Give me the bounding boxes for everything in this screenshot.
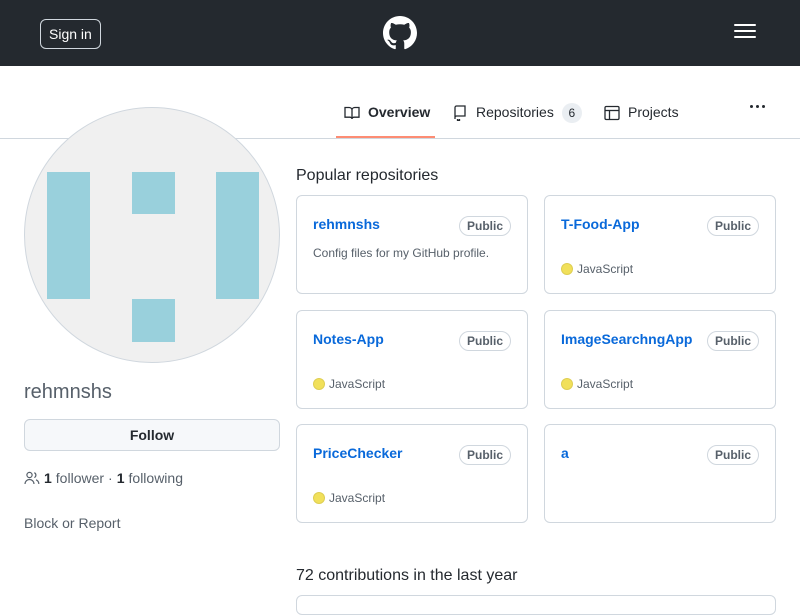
contributions-graph bbox=[296, 595, 776, 615]
repo-name-link[interactable]: T-Food-App bbox=[561, 216, 640, 232]
followers-count: 1 bbox=[44, 470, 52, 486]
avatar bbox=[24, 107, 280, 363]
language-color-dot bbox=[561, 263, 573, 275]
book-icon bbox=[344, 106, 360, 120]
following-count: 1 bbox=[116, 470, 125, 486]
tab-label: Projects bbox=[628, 104, 679, 120]
repo-language: JavaScript bbox=[561, 377, 633, 391]
block-or-report-link[interactable]: Block or Report bbox=[24, 515, 120, 531]
visibility-badge: Public bbox=[706, 445, 759, 465]
visibility-badge: Public bbox=[458, 331, 511, 351]
visibility-badge: Public bbox=[458, 445, 511, 465]
tab-overview[interactable]: Overview bbox=[344, 104, 430, 138]
selected-tab-indicator bbox=[336, 136, 435, 138]
sign-in-button[interactable]: Sign in bbox=[40, 19, 101, 49]
kebab-horizontal-icon[interactable] bbox=[750, 95, 770, 108]
repo-language: JavaScript bbox=[313, 377, 385, 391]
repo-card: a Public bbox=[544, 424, 776, 523]
repo-language: JavaScript bbox=[313, 491, 385, 505]
avatar-block bbox=[132, 299, 175, 342]
github-mark-icon[interactable] bbox=[383, 16, 417, 50]
language-label: JavaScript bbox=[329, 491, 386, 505]
language-label: JavaScript bbox=[329, 377, 386, 391]
avatar-block bbox=[132, 172, 175, 214]
visibility-badge: Public bbox=[458, 216, 511, 236]
visibility-badge: Public bbox=[706, 331, 759, 351]
language-label: JavaScript bbox=[577, 377, 634, 391]
profile-username: rehmnshs bbox=[24, 381, 112, 403]
repo-name-link[interactable]: rehmnshs bbox=[313, 216, 380, 232]
repo-description: Config files for my GitHub profile. bbox=[313, 246, 490, 260]
repo-card: ImageSearchngApp Public JavaScript bbox=[544, 310, 776, 409]
people-icon bbox=[24, 471, 40, 485]
repo-name-link[interactable]: Notes-App bbox=[313, 331, 384, 347]
language-color-dot bbox=[561, 378, 573, 390]
follow-button[interactable]: Follow bbox=[24, 419, 280, 451]
top-header: Sign in bbox=[0, 0, 800, 66]
tab-label: Overview bbox=[368, 104, 431, 120]
language-color-dot bbox=[313, 492, 325, 504]
tab-label: Repositories bbox=[476, 104, 554, 120]
repo-name-link[interactable]: a bbox=[561, 445, 569, 461]
hamburger-menu-icon[interactable] bbox=[734, 24, 756, 42]
repo-name-link[interactable]: PriceChecker bbox=[313, 445, 403, 461]
language-color-dot bbox=[313, 378, 325, 390]
avatar-block bbox=[47, 172, 90, 299]
repo-name-link[interactable]: ImageSearchngApp bbox=[561, 331, 692, 347]
avatar-block bbox=[216, 172, 259, 299]
repo-icon bbox=[454, 105, 466, 121]
separator: · bbox=[108, 470, 113, 486]
visibility-badge: Public bbox=[706, 216, 759, 236]
repo-card: rehmnshs Public Config files for my GitH… bbox=[296, 195, 528, 294]
repo-language: JavaScript bbox=[561, 262, 633, 276]
repo-card: Notes-App Public JavaScript bbox=[296, 310, 528, 409]
contributions-title: 72 contributions in the last year bbox=[296, 567, 518, 584]
language-label: JavaScript bbox=[577, 262, 634, 276]
followers-summary: 1 follower · 1 following bbox=[24, 470, 183, 486]
tab-repositories[interactable]: Repositories 6 bbox=[452, 103, 582, 138]
popular-repositories-title: Popular repositories bbox=[296, 167, 439, 184]
tab-projects[interactable]: Projects bbox=[604, 104, 679, 138]
repositories-count-badge: 6 bbox=[561, 103, 582, 123]
following-link[interactable]: following bbox=[129, 470, 183, 486]
repo-card: PriceChecker Public JavaScript bbox=[296, 424, 528, 523]
followers-link[interactable]: follower bbox=[56, 470, 104, 486]
repo-card: T-Food-App Public JavaScript bbox=[544, 195, 776, 294]
table-icon bbox=[604, 105, 620, 121]
